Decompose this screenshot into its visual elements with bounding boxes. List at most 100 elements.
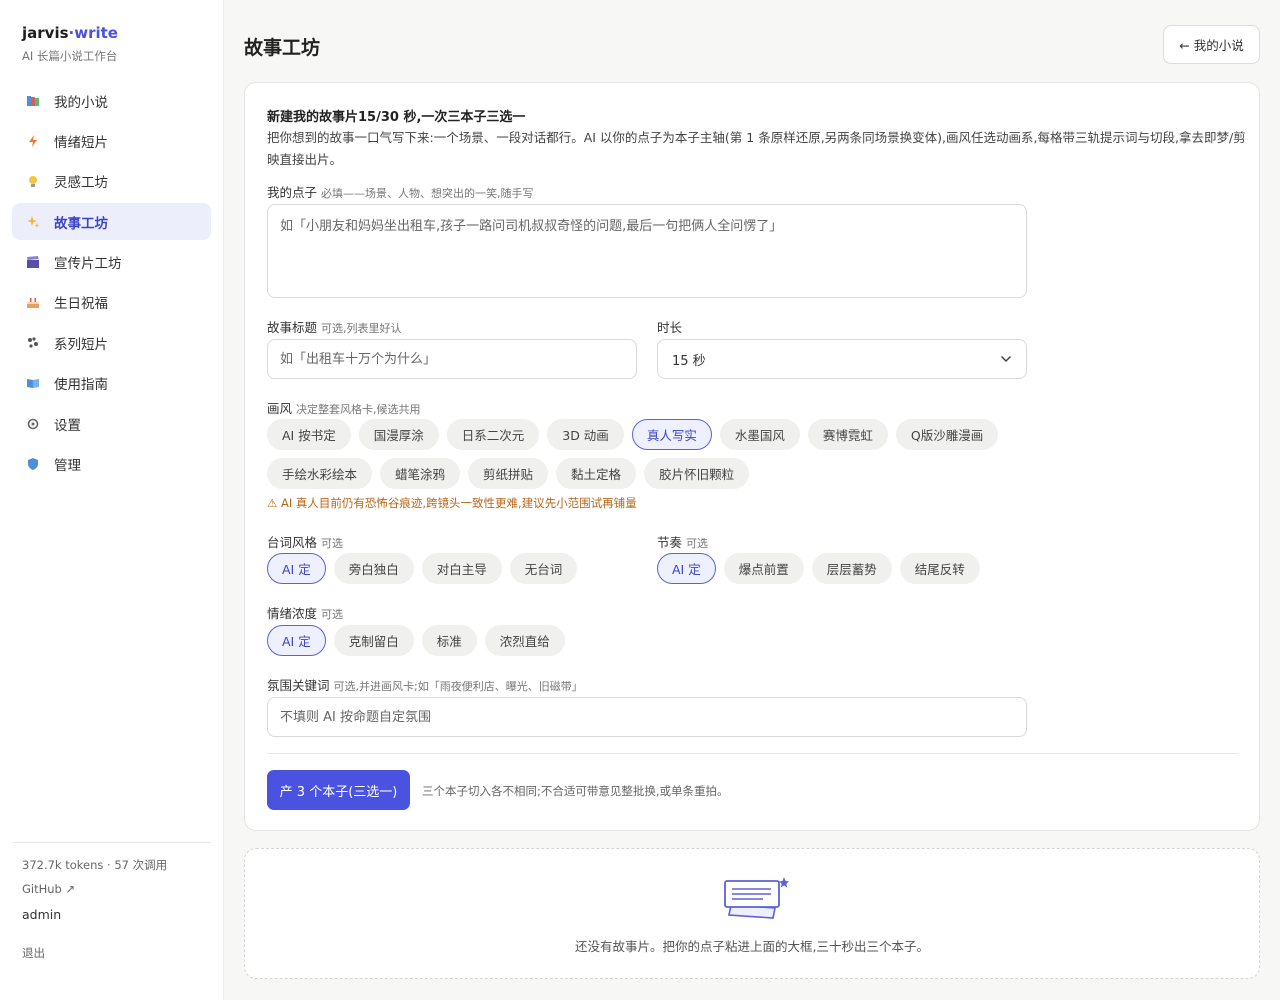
intensity-label: 情绪浓度 [267,606,318,621]
sidebar-item-series-shorts[interactable]: 系列短片 [12,324,211,361]
sidebar-item-label: 使用指南 [54,377,108,394]
rhythm-chip[interactable]: 爆点前置 [723,553,804,584]
brand-name-main: jarvis [22,24,69,42]
rhythm-hint: 可选 [686,537,709,550]
title-hint: 可选,列表里好认 [321,322,402,335]
style-chip[interactable]: 水墨国风 [719,419,800,450]
style-chip[interactable]: 赛博霓虹 [807,419,888,450]
sidebar-item-label: 我的小说 [54,94,108,111]
style-label-row: 画风 决定整套风格卡,候选共用 [267,398,421,417]
duration-select[interactable]: 15 秒 [657,339,1027,379]
rhythm-chip[interactable]: 层层蓄势 [811,553,892,584]
title-label: 故事标题 [267,320,318,335]
username: admin [22,907,62,922]
title-label-row: 故事标题 可选,列表里好认 [267,317,402,336]
style-chip[interactable]: 剪纸拼贴 [468,458,549,489]
style-chip[interactable]: 胶片怀旧颗粒 [644,458,750,489]
usage-stats: 372.7k tokens · 57 次调用 [22,858,168,872]
dialogue-chip[interactable]: 对白主导 [421,553,502,584]
shield-icon [26,457,40,471]
style-chips-row-2: 手绘水彩绘本 蜡笔涂鸦 剪纸拼贴 黏土定格 胶片怀旧颗粒 [267,458,750,489]
sparkles-icon [26,215,40,229]
style-chip[interactable]: 日系二次元 [446,419,540,450]
rhythm-chips: AI 定爆点前置 层层蓄势 结尾反转 [657,553,980,584]
rhythm-label: 节奏 [657,535,683,550]
brand-name[interactable]: jarvis·write [22,24,118,42]
github-link[interactable]: GitHub ↗ [22,882,75,896]
sidebar-footer: 372.7k tokens · 57 次调用 GitHub ↗ admin 退出 [12,842,211,960]
dialogue-label: 台词风格 [267,535,318,550]
page-title: 故事工坊 [244,37,321,59]
back-to-novels-button[interactable]: ← 我的小说 [1163,25,1260,64]
style-chip[interactable]: 蜡笔涂鸦 [380,458,461,489]
atmosphere-label-row: 氛围关键词 可选,并进画风卡;如「雨夜便利店、曝光、旧磁带」 [267,675,583,694]
story-title-input[interactable] [267,339,637,379]
intensity-chip[interactable]: 克制留白 [333,625,414,656]
dialogue-chip[interactable]: AI 定 [267,553,326,584]
dialogue-hint: 可选 [321,537,344,550]
logout-link[interactable]: 退出 [22,945,45,961]
idea-textarea[interactable] [267,204,1027,298]
intensity-chip[interactable]: 浓烈直给 [484,625,565,656]
generate-scripts-button[interactable]: 产 3 个本子(三选一) [267,770,410,810]
style-chip[interactable]: 黏土定格 [556,458,637,489]
sidebar-item-birthday[interactable]: 生日祝福 [12,284,211,321]
sidebar-item-label: 宣传片工坊 [54,256,122,273]
duration-label-row: 时长 [657,317,682,336]
sidebar-item-admin[interactable]: 管理 [12,446,211,483]
empty-state: 还没有故事片。把你的点子粘进上面的大框,三十秒出三个本子。 [244,848,1260,979]
paw-prints-icon [26,336,40,350]
brand-subtitle: AI 长篇小说工作台 [22,49,118,63]
dialogue-chip[interactable]: 无台词 [509,553,578,584]
sidebar: jarvis·write AI 长篇小说工作台 我的小说 情绪短片 灵感工坊 故… [0,0,224,1000]
sidebar-item-story-workshop[interactable]: 故事工坊 [12,203,211,241]
intensity-chip[interactable]: AI 定 [267,625,326,656]
sidebar-item-label: 故事工坊 [54,215,108,232]
script-pages-icon [723,877,789,923]
style-chip[interactable]: AI 按书定 [267,419,351,450]
books-icon [26,94,40,108]
style-hint: 决定整套风格卡,候选共用 [296,403,421,416]
main-content: 故事工坊 ← 我的小说 新建我的故事片15/30 秒,一次三本子三选一 把你想到… [224,0,1280,1000]
idea-hint: 必填——场景、人物、想突出的一笑,随手写 [321,187,534,200]
sidebar-item-promo-workshop[interactable]: 宣传片工坊 [12,244,211,281]
idea-label: 我的点子 [267,185,318,200]
sidebar-item-label: 设置 [54,417,81,434]
style-chip[interactable]: 手绘水彩绘本 [267,458,373,489]
style-label: 画风 [267,401,293,416]
intensity-chip[interactable]: 标准 [421,625,477,656]
dialogue-chip[interactable]: 旁白独白 [333,553,414,584]
empty-state-text: 还没有故事片。把你的点子粘进上面的大框,三十秒出三个本子。 [575,939,929,954]
atmosphere-label: 氛围关键词 [267,678,330,693]
sidebar-item-label: 灵感工坊 [54,175,108,192]
duration-value: 15 秒 [672,353,706,369]
sidebar-item-inspiration[interactable]: 灵感工坊 [12,163,211,200]
gear-icon [26,417,40,431]
sidebar-item-label: 管理 [54,458,81,475]
sidebar-item-settings[interactable]: 设置 [12,405,211,442]
open-book-icon [26,376,40,390]
style-chip[interactable]: 国漫厚涂 [358,419,439,450]
atmosphere-hint: 可选,并进画风卡;如「雨夜便利店、曝光、旧磁带」 [333,680,583,693]
style-chips-row-1: AI 按书定 国漫厚涂 日系二次元 3D 动画 真人写实 水墨国风 赛博霓虹 Q版沙雕漫画 [267,419,999,450]
idea-label-row: 我的点子 必填——场景、人物、想突出的一笑,随手写 [267,182,534,201]
dialogue-chips: AI 定旁白独白 对白主导 无台词 [267,553,578,584]
brand-name-accent: ·write [68,24,118,42]
intensity-hint: 可选 [321,608,344,621]
style-chip[interactable]: 3D 动画 [547,419,624,450]
atmosphere-input[interactable] [267,697,1027,737]
intensity-chips: AI 定克制留白 标准 浓烈直给 [267,625,565,656]
style-warning: ⚠ AI 真人目前仍有恐怖谷痕迹,跨镜头一致性更难,建议先小范围试再铺量 [267,496,637,510]
lightbulb-icon [26,174,40,188]
rhythm-chip[interactable]: 结尾反转 [899,553,980,584]
style-chip[interactable]: 真人写实 [631,419,712,450]
form-divider [267,753,1239,754]
sidebar-item-my-novels[interactable]: 我的小说 [12,82,211,119]
chevron-down-icon [1000,352,1012,367]
dialogue-label-row: 台词风格 可选 [267,532,343,551]
sidebar-item-emotion-shorts[interactable]: 情绪短片 [12,122,211,159]
sidebar-item-guide[interactable]: 使用指南 [12,365,211,402]
rhythm-chip[interactable]: AI 定 [657,553,716,584]
style-chip[interactable]: Q版沙雕漫画 [895,419,999,450]
sidebar-item-label: 系列短片 [54,336,108,353]
